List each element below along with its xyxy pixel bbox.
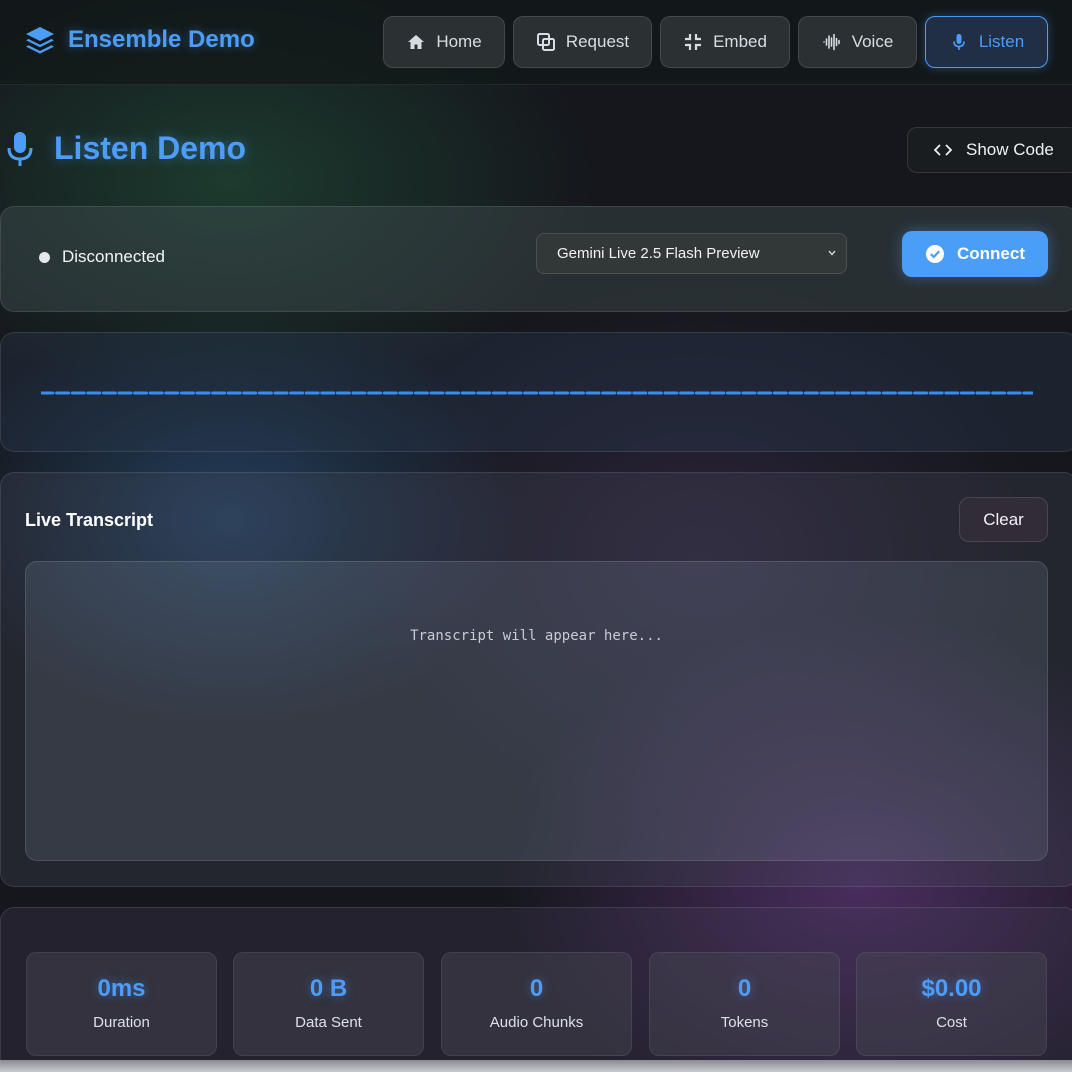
top-navbar: Ensemble Demo Home Request Embed Voice L…: [0, 0, 1072, 85]
transcript-panel: Live Transcript Clear Transcript will ap…: [0, 472, 1072, 887]
stat-value: 0 B: [309, 975, 348, 1002]
stat-value: 0: [737, 975, 752, 1002]
stat-tokens: 0 Tokens: [649, 952, 840, 1056]
connect-button[interactable]: Connect: [902, 231, 1048, 277]
code-icon: [934, 144, 952, 156]
connect-label: Connect: [957, 244, 1025, 263]
nav-request-button[interactable]: Request: [513, 16, 652, 68]
model-select-value: Gemini Live 2.5 Flash Preview: [557, 245, 760, 262]
waveform-visualizer: [41, 391, 1033, 395]
stat-value: $0.00: [921, 975, 982, 1002]
nav-embed-label: Embed: [713, 32, 767, 51]
bottom-edge: [0, 1060, 1072, 1072]
transcript-area[interactable]: Transcript will appear here...: [25, 561, 1048, 861]
stat-label: Tokens: [720, 1014, 769, 1031]
stat-cost: $0.00 Cost: [856, 952, 1047, 1056]
nav-home-button[interactable]: Home: [383, 16, 505, 68]
nav-listen-label: Listen: [978, 32, 1025, 51]
nav-voice-label: Voice: [851, 32, 894, 51]
nav-embed-button[interactable]: Embed: [660, 16, 790, 68]
stat-value: 0: [529, 975, 544, 1002]
stats-panel: 0ms Duration 0 B Data Sent 0 Audio Chunk…: [0, 907, 1072, 1072]
clear-button[interactable]: Clear: [959, 497, 1048, 542]
nav-home-label: Home: [436, 32, 482, 51]
home-icon: [408, 35, 425, 49]
stat-value: 0ms: [97, 975, 146, 1002]
status-dot-icon: [39, 251, 50, 263]
nav-listen-button[interactable]: Listen: [925, 16, 1048, 68]
microphone-icon: [7, 131, 33, 166]
layers-icon: [26, 27, 54, 54]
app-title: Ensemble Demo: [68, 26, 255, 53]
stat-label: Cost: [936, 1014, 967, 1031]
model-select[interactable]: Gemini Live 2.5 Flash Preview: [536, 233, 847, 274]
transcript-title: Live Transcript: [25, 510, 154, 530]
page-title: Listen Demo: [54, 130, 247, 166]
status-text: Disconnected: [62, 247, 166, 266]
nav-voice-button[interactable]: Voice: [798, 16, 917, 68]
copy-icon: [536, 33, 555, 51]
audio-visualizer: [0, 332, 1072, 452]
chevron-down-icon: [828, 250, 836, 256]
stat-duration: 0ms Duration: [26, 952, 217, 1056]
transcript-placeholder: Transcript will appear here...: [410, 628, 663, 644]
stat-data-sent: 0 B Data Sent: [233, 952, 424, 1056]
waveform-icon: [822, 33, 840, 51]
brand[interactable]: Ensemble Demo: [24, 24, 255, 56]
stat-label: Duration: [93, 1014, 150, 1031]
stat-label: Data Sent: [295, 1014, 362, 1031]
connection-status: Disconnected: [39, 247, 165, 267]
show-code-button[interactable]: Show Code: [907, 127, 1072, 173]
check-circle-icon: [926, 245, 944, 263]
microphone-icon: [953, 34, 965, 50]
stat-label: Audio Chunks: [489, 1014, 584, 1031]
connection-panel: Disconnected Gemini Live 2.5 Flash Previ…: [0, 206, 1072, 312]
compress-icon: [685, 34, 702, 50]
show-code-label: Show Code: [966, 140, 1054, 159]
nav-request-label: Request: [565, 32, 630, 51]
stat-audio-chunks: 0 Audio Chunks: [441, 952, 632, 1056]
page-heading: Listen Demo: [6, 130, 246, 167]
